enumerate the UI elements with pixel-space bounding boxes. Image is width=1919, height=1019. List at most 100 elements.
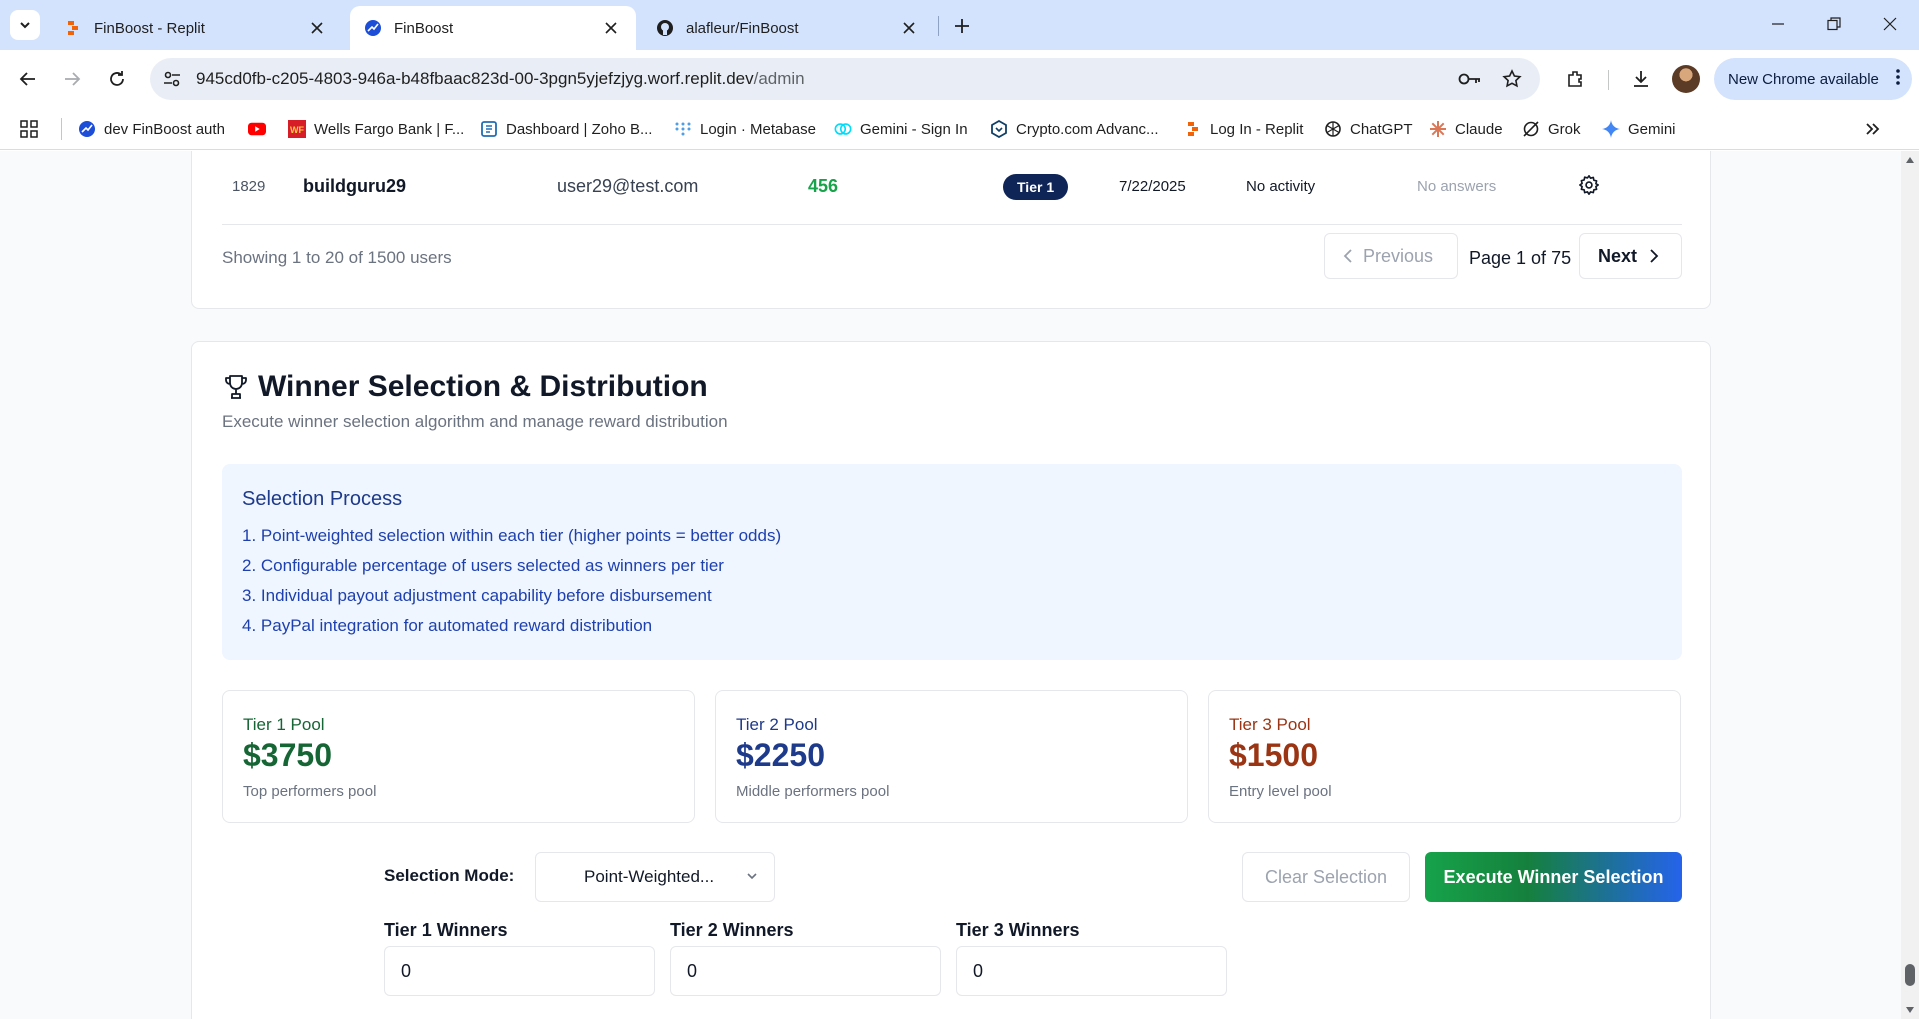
tier-2-pool-card: Tier 2 Pool $2250 Middle performers pool (715, 690, 1188, 823)
next-page-button[interactable]: Next (1579, 233, 1682, 279)
selection-mode-label: Selection Mode: (384, 866, 515, 885)
process-step: 3. Individual payout adjustment capabili… (242, 586, 712, 605)
scroll-up-icon[interactable] (1905, 155, 1915, 165)
chrome-update-button[interactable]: New Chrome available (1714, 58, 1912, 100)
pool-description: Middle performers pool (736, 783, 890, 800)
forward-button[interactable] (56, 63, 88, 95)
bookmark-gemini[interactable]: Gemini (1602, 116, 1676, 142)
minimize-button[interactable] (1758, 8, 1798, 40)
gear-icon[interactable] (1578, 174, 1602, 198)
close-icon[interactable] (600, 17, 622, 39)
star-icon[interactable] (1500, 67, 1524, 91)
section-subtitle: Execute winner selection algorithm and m… (222, 412, 728, 431)
section-title: Winner Selection & Distribution (222, 370, 708, 404)
bookmark-label: Login · Metabase (700, 120, 816, 138)
bookmark-claude[interactable]: Claude (1429, 116, 1503, 142)
scroll-thumb[interactable] (1905, 964, 1915, 986)
winner-selection-card: Winner Selection & Distribution Execute … (191, 341, 1711, 1019)
process-step: 1. Point-weighted selection within each … (242, 526, 782, 545)
browser-toolbar: 945cd0fb-c205-4803-946a-b48fbaac823d-00-… (0, 50, 1919, 108)
crypto-com-icon (990, 120, 1008, 138)
bookmark-label: Dashboard | Zoho B... (506, 120, 653, 138)
scroll-down-icon[interactable] (1905, 1005, 1915, 1015)
address-bar[interactable]: 945cd0fb-c205-4803-946a-b48fbaac823d-00-… (150, 58, 1540, 100)
restore-button[interactable] (1814, 8, 1854, 40)
pagination-summary: Showing 1 to 20 of 1500 users (222, 248, 452, 267)
site-info-icon[interactable] (160, 67, 184, 91)
tier-1-pool-card: Tier 1 Pool $3750 Top performers pool (222, 690, 695, 823)
bookmark-label: ChatGPT (1350, 120, 1413, 138)
pool-amount: $2250 (736, 737, 825, 773)
selection-mode-value: Point-Weighted... (584, 867, 715, 886)
tab-github-finboost[interactable]: alafleur/FinBoost (642, 6, 934, 50)
previous-page-button[interactable]: Previous (1324, 233, 1458, 279)
tab-finboost-replit[interactable]: FinBoost - Replit (50, 6, 342, 50)
bookmark-zoho[interactable]: Dashboard | Zoho B... (480, 116, 652, 142)
last-activity: No activity (1246, 178, 1316, 195)
execute-winner-selection-button[interactable]: Execute Winner Selection (1425, 852, 1682, 902)
bookmark-grok[interactable]: Grok (1522, 116, 1581, 142)
bookmark-wells-fargo[interactable]: WF Wells Fargo Bank | F... (288, 116, 464, 142)
github-icon (656, 19, 674, 37)
selection-mode-select[interactable]: Point-Weighted... (535, 852, 775, 902)
tier-2-winners-input[interactable] (670, 946, 941, 996)
chevron-right-icon (1650, 249, 1659, 263)
bookmark-label: Claude (1455, 120, 1503, 138)
tier-badge: Tier 1 (1003, 174, 1069, 200)
page-indicator: Page 1 of 75 (1469, 248, 1572, 268)
close-icon[interactable] (898, 17, 920, 39)
finboost-icon (364, 19, 382, 37)
bookmark-crypto-com[interactable]: Crypto.com Advanc... (990, 116, 1159, 142)
user-points: 456 (808, 176, 839, 196)
download-icon[interactable] (1627, 65, 1655, 93)
process-step: 2. Configurable percentage of users sele… (242, 556, 724, 575)
username: buildguru29 (303, 176, 406, 196)
close-icon[interactable] (306, 17, 328, 39)
gemini-exchange-icon (834, 120, 852, 138)
extensions-icon[interactable] (1562, 65, 1590, 93)
gemini-sparkle-icon (1602, 120, 1620, 138)
previous-label: Previous (1363, 245, 1434, 266)
restore-icon (1827, 17, 1841, 31)
reload-button[interactable] (101, 63, 133, 95)
tab-finboost[interactable]: FinBoost (350, 6, 636, 50)
bookmark-youtube[interactable] (248, 116, 274, 142)
tab-search-button[interactable] (10, 10, 40, 40)
pool-amount: $1500 (1229, 737, 1318, 773)
back-button[interactable] (12, 63, 44, 95)
bookmark-chatgpt[interactable]: ChatGPT (1324, 116, 1413, 142)
page-scrollbar[interactable] (1901, 151, 1919, 1019)
bookmark-metabase[interactable]: Login · Metabase (674, 116, 816, 142)
clear-selection-button[interactable]: Clear Selection (1242, 852, 1410, 902)
process-step: 4. PayPal integration for automated rewa… (242, 616, 653, 635)
chevron-down-icon (20, 22, 30, 29)
replit-icon (64, 19, 82, 37)
minimize-icon (1772, 23, 1784, 25)
arrow-left-icon (19, 72, 35, 86)
bookmark-dev-finboost[interactable]: dev FinBoost auth (78, 116, 225, 142)
metabase-icon (674, 120, 692, 138)
replit-icon (1184, 120, 1202, 138)
tab-separator (938, 16, 939, 36)
bookmark-gemini-signin[interactable]: Gemini - Sign In (834, 116, 968, 142)
tier-2-winners-label: Tier 2 Winners (670, 920, 794, 940)
pool-description: Entry level pool (1229, 783, 1332, 800)
profile-avatar[interactable] (1672, 65, 1700, 93)
tier-3-pool-card: Tier 3 Pool $1500 Entry level pool (1208, 690, 1681, 823)
grok-icon (1522, 120, 1540, 138)
password-key-icon[interactable] (1458, 67, 1482, 91)
claude-icon (1429, 120, 1447, 138)
arrow-right-icon (65, 72, 81, 86)
url-host: 945cd0fb-c205-4803-946a-b48fbaac823d-00-… (196, 69, 754, 88)
more-bookmarks-button[interactable] (1864, 116, 1890, 142)
bookmark-replit-login[interactable]: Log In - Replit (1184, 116, 1303, 142)
pool-name: Tier 2 Pool (736, 715, 818, 734)
new-tab-button[interactable] (948, 12, 976, 40)
bookmark-label: Log In - Replit (1210, 120, 1304, 138)
tier-3-winners-input[interactable] (956, 946, 1227, 996)
trophy-icon (225, 375, 247, 399)
close-window-button[interactable] (1870, 8, 1910, 40)
tier-1-winners-input[interactable] (384, 946, 655, 996)
wells-fargo-icon: WF (288, 120, 306, 138)
apps-button[interactable] (20, 116, 46, 142)
